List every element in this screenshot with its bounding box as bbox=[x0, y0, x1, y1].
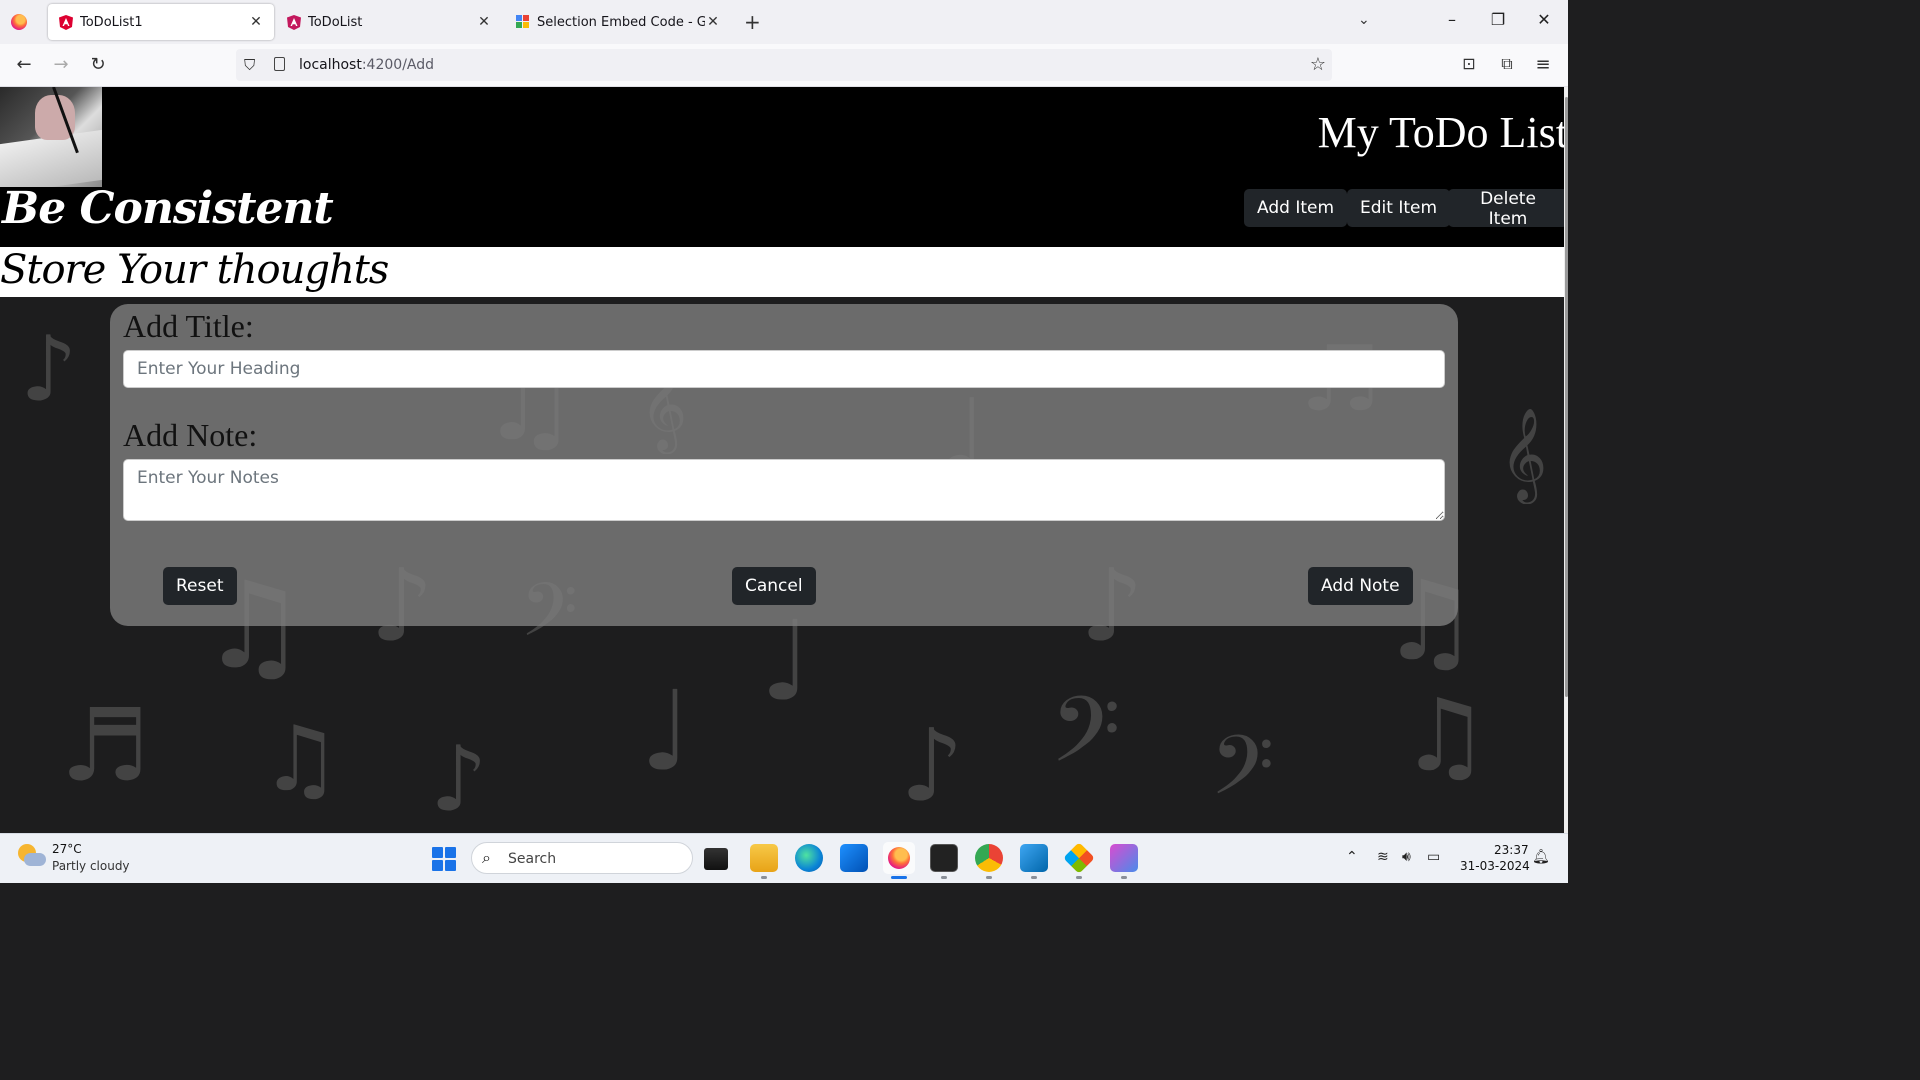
forward-icon[interactable]: → bbox=[50, 54, 72, 75]
start-windows-icon[interactable] bbox=[432, 847, 456, 871]
store-icon[interactable] bbox=[840, 844, 868, 872]
search-label: Search bbox=[508, 851, 557, 867]
chrome-icon[interactable] bbox=[975, 844, 1003, 872]
weather-temperature[interactable]: 27°C bbox=[52, 842, 82, 856]
menu-icon[interactable]: ≡ bbox=[1532, 54, 1554, 75]
volume-icon[interactable]: 🔊︎ bbox=[1402, 849, 1411, 865]
google-slides-icon bbox=[515, 14, 531, 30]
file-explorer-icon[interactable] bbox=[750, 844, 778, 872]
title-input[interactable] bbox=[123, 350, 1445, 388]
battery-icon[interactable]: ▭ bbox=[1427, 849, 1440, 865]
browser-tab-bar: ToDoList1 ✕ ToDoList ✕ Selection Embed C… bbox=[0, 0, 1568, 44]
chevron-up-icon[interactable]: ⌃ bbox=[1346, 849, 1358, 865]
taskbar-search[interactable]: ⌕ Search bbox=[471, 842, 693, 874]
close-tab-icon[interactable]: ✕ bbox=[476, 14, 492, 30]
minimize-icon[interactable]: – bbox=[1442, 10, 1462, 29]
cancel-button[interactable]: Cancel bbox=[732, 567, 816, 605]
task-view-icon[interactable] bbox=[704, 848, 728, 870]
weather-icon[interactable] bbox=[18, 844, 46, 870]
terminal-icon[interactable] bbox=[930, 844, 958, 872]
wifi-icon[interactable]: ≋ bbox=[1377, 849, 1389, 865]
chevron-down-icon[interactable]: ⌄ bbox=[1358, 12, 1370, 28]
url-text[interactable]: localhost:4200/Add bbox=[299, 57, 434, 73]
weather-description[interactable]: Partly cloudy bbox=[52, 859, 130, 873]
firefox-taskbar-button[interactable] bbox=[883, 842, 915, 874]
git-tool-icon[interactable] bbox=[1063, 842, 1095, 874]
edge-icon[interactable] bbox=[795, 844, 823, 872]
restore-icon[interactable]: ❐ bbox=[1488, 10, 1508, 29]
tab-title: ToDoList1 bbox=[80, 14, 143, 30]
new-tab-icon[interactable]: + bbox=[744, 10, 761, 34]
pocket-icon[interactable]: ⊡ bbox=[1458, 54, 1480, 73]
add-item-button[interactable]: Add Item bbox=[1244, 189, 1348, 227]
firefox-icon bbox=[888, 847, 910, 869]
delete-item-button[interactable]: Delete Item bbox=[1448, 189, 1568, 229]
add-note-form: Add Title: Add Note: Reset Cancel Add No… bbox=[110, 304, 1458, 626]
web-page: Be Consistent My ToDo List Add Item Edit… bbox=[0, 87, 1568, 833]
angular-icon bbox=[286, 14, 302, 30]
extensions-icon[interactable]: ⧉ bbox=[1496, 54, 1518, 74]
site-header: Be Consistent My ToDo List Add Item Edit… bbox=[0, 87, 1568, 247]
search-icon: ⌕ bbox=[482, 848, 491, 867]
title-label: Add Title: bbox=[123, 308, 254, 344]
close-tab-icon[interactable]: ✕ bbox=[248, 14, 264, 30]
windows-taskbar: 27°C Partly cloudy ⌕ Search ⌃ ≋ 🔊︎ ▭ 23:… bbox=[0, 833, 1568, 883]
firefox-menu-icon[interactable] bbox=[11, 14, 27, 30]
site-title: My ToDo List bbox=[1317, 108, 1568, 157]
page-icon[interactable] bbox=[274, 57, 285, 71]
reload-icon[interactable]: ↻ bbox=[87, 54, 109, 75]
clock-date[interactable]: 31-03-2024 bbox=[1460, 859, 1530, 873]
clock-time[interactable]: 23:37 bbox=[1494, 843, 1529, 857]
notification-bell-icon[interactable]: 🔔︎ bbox=[1532, 849, 1550, 865]
shield-icon[interactable]: ⛉ bbox=[244, 56, 255, 74]
angular-icon bbox=[58, 14, 74, 30]
tab-title: ToDoList bbox=[308, 14, 363, 30]
back-icon[interactable]: ← bbox=[13, 54, 35, 75]
url-bar[interactable]: ⛉ localhost:4200/Add ☆ bbox=[236, 49, 1332, 81]
page-subtitle: Store Your thoughts bbox=[0, 247, 389, 293]
close-window-icon[interactable]: ✕ bbox=[1534, 10, 1554, 29]
tab-todolist1[interactable]: ToDoList1 ✕ bbox=[48, 4, 274, 40]
writing-hand-image bbox=[0, 87, 102, 187]
reset-button[interactable]: Reset bbox=[163, 567, 237, 605]
tab-selection-embed[interactable]: Selection Embed Code - Googl ✕ bbox=[505, 4, 731, 40]
close-tab-icon[interactable]: ✕ bbox=[705, 14, 721, 30]
tab-title: Selection Embed Code - Googl bbox=[537, 14, 705, 30]
vscode-icon[interactable] bbox=[1020, 844, 1048, 872]
scrollbar-thumb[interactable] bbox=[1565, 97, 1568, 697]
browser-nav-bar: ← → ↻ ⛉ localhost:4200/Add ☆ ⊡ ⧉ ≡ bbox=[0, 44, 1568, 87]
note-label: Add Note: bbox=[123, 417, 258, 453]
subtitle-band: Store Your thoughts bbox=[0, 247, 1564, 297]
bookmark-star-icon[interactable]: ☆ bbox=[1310, 54, 1326, 75]
snipping-tool-icon[interactable] bbox=[1110, 844, 1138, 872]
add-note-button[interactable]: Add Note bbox=[1308, 567, 1413, 605]
tagline: Be Consistent bbox=[2, 183, 334, 234]
tab-todolist[interactable]: ToDoList ✕ bbox=[276, 4, 502, 40]
edit-item-button[interactable]: Edit Item bbox=[1347, 189, 1451, 227]
note-textarea[interactable] bbox=[123, 459, 1445, 521]
